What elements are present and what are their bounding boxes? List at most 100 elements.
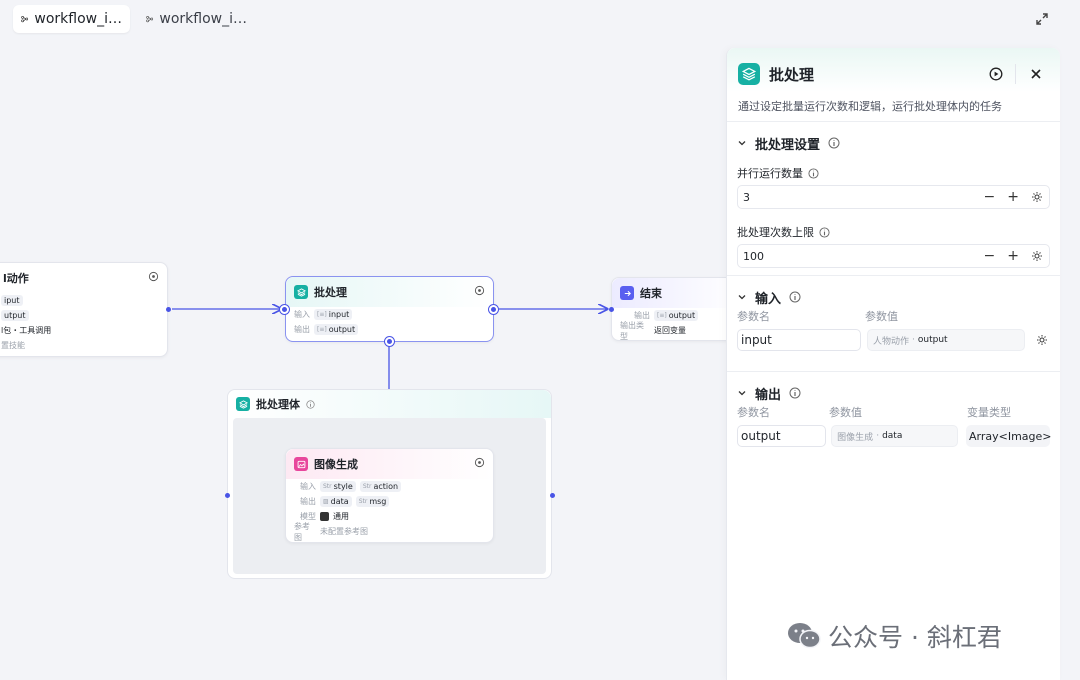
type-icon: [≡] xyxy=(657,312,667,319)
node-title: 批处理 xyxy=(314,286,347,299)
plus-icon[interactable]: + xyxy=(1007,189,1019,205)
port-body-in[interactable] xyxy=(225,493,230,498)
chevron-down-icon xyxy=(738,295,746,300)
minus-icon[interactable]: − xyxy=(984,189,996,205)
node-row: iput xyxy=(0,293,167,308)
info-icon[interactable] xyxy=(789,387,801,399)
info-icon[interactable] xyxy=(789,291,801,303)
node-header: 图像生成 xyxy=(286,449,493,479)
close-icon[interactable] xyxy=(1030,68,1042,80)
input-row: input 人物动作 · output xyxy=(737,328,1050,352)
tab-label: workflow_i… xyxy=(34,11,122,27)
node-end[interactable]: 结束 输出 [≡] output 输出类型 返回变量 xyxy=(611,277,741,341)
chip-text: output xyxy=(668,311,696,320)
gear-icon[interactable] xyxy=(1036,334,1048,346)
port-action-out[interactable] xyxy=(166,307,171,312)
info-icon[interactable] xyxy=(808,167,819,179)
layers-icon xyxy=(738,63,760,85)
output-var-type[interactable]: Array<Image> xyxy=(966,425,1052,447)
node-header: l动作 xyxy=(0,263,167,293)
model-avatar-icon xyxy=(320,512,329,521)
plus-icon[interactable]: + xyxy=(1007,248,1019,264)
port-batch-in[interactable] xyxy=(280,305,289,314)
port-body-out[interactable] xyxy=(550,493,555,498)
gear-icon[interactable] xyxy=(1031,191,1043,203)
section-outputs: 输出 参数名 参数值 变量类型 output 图像生成 · data Array<… xyxy=(727,372,1060,468)
port-end-in[interactable] xyxy=(609,307,614,312)
port-batch-body[interactable] xyxy=(385,337,394,346)
col-name: 参数名 xyxy=(737,310,770,323)
tab-workflow-2[interactable]: workflow_i… xyxy=(138,5,255,33)
row-text: 置技能 xyxy=(1,341,25,350)
col-type: 变量类型 xyxy=(967,406,1011,419)
node-header: 结束 xyxy=(612,278,740,308)
node-row-model: 模型 通用 xyxy=(286,509,493,524)
row-text: l包・工具调用 xyxy=(1,326,52,335)
more-icon[interactable] xyxy=(474,457,485,468)
limit-stepper[interactable]: 100 − + xyxy=(737,244,1050,268)
node-batch[interactable]: 批处理 输入 [≡] input 输出 [≡] output xyxy=(285,276,494,342)
panel-description: 通过设定批量运行次数和逻辑，运行批处理体内的任务 xyxy=(738,100,1002,113)
type-icon: Str xyxy=(323,483,332,490)
section-title: 批处理设置 xyxy=(755,137,821,153)
workflow-icon xyxy=(146,16,154,23)
row-label: 输入 xyxy=(294,310,310,319)
node-action[interactable]: l动作 iput utput l包・工具调用 置技能 xyxy=(0,262,168,357)
info-icon[interactable] xyxy=(828,137,840,149)
output-param-name-field[interactable]: output xyxy=(737,425,827,447)
stepper-value[interactable]: 3 xyxy=(743,191,750,204)
input-param-value-ref[interactable]: 人物动作 · output xyxy=(867,329,1025,351)
field-value: input xyxy=(741,333,772,347)
section-title: 输入 xyxy=(755,291,782,307)
port-batch-out[interactable] xyxy=(489,305,498,314)
info-icon[interactable] xyxy=(819,226,830,238)
gear-icon[interactable] xyxy=(1031,250,1043,262)
parallel-label: 并行运行数量 xyxy=(737,164,1050,182)
watermark: 公众号 · 斜杠君 xyxy=(786,618,1002,654)
row-value: 未配置参考图 xyxy=(320,527,368,536)
chevron-down-icon xyxy=(738,141,746,146)
stepper-value[interactable]: 100 xyxy=(743,250,764,263)
run-icon[interactable] xyxy=(989,67,1003,81)
col-value: 参数值 xyxy=(865,310,898,323)
output-param-value-ref[interactable]: 图像生成 · data xyxy=(831,425,958,447)
node-row-type: 输出类型 返回变量 xyxy=(612,321,740,341)
row-label: 参考图 xyxy=(294,521,310,542)
field-value: output xyxy=(741,429,781,443)
chip-text: data xyxy=(330,497,349,506)
image-icon xyxy=(294,457,308,471)
node-row: 置技能 xyxy=(0,338,167,353)
chip-text: input xyxy=(328,310,350,319)
chip-text: output xyxy=(328,325,356,334)
info-icon[interactable] xyxy=(306,399,315,409)
chip: [≡] input xyxy=(314,309,353,320)
ref-source: 图像生成 xyxy=(837,432,874,443)
input-param-name-field[interactable]: input xyxy=(737,329,861,351)
tab-workflow-1[interactable]: workflow_i… xyxy=(13,5,130,33)
chevron-down-icon xyxy=(738,391,746,396)
watermark-text: 公众号 · 斜杠君 xyxy=(828,623,1002,652)
chip: iput xyxy=(1,295,23,306)
node-header: 批处理 xyxy=(286,277,493,307)
tab-bar: workflow_i… workflow_i… xyxy=(0,0,1080,40)
chip: Str style xyxy=(320,481,356,492)
tab-label: workflow_i… xyxy=(159,11,247,27)
input-column-headers: 参数名 参数值 xyxy=(737,306,1050,326)
chip-text: style xyxy=(333,482,353,491)
section-toggle[interactable]: 批处理设置 xyxy=(737,122,1050,164)
expand-icon[interactable] xyxy=(1034,11,1050,27)
row-label: 输出类型 xyxy=(620,320,644,341)
node-image-gen[interactable]: 图像生成 输入 Str style Str action 输出 ▨ data Str m… xyxy=(285,448,494,543)
layers-icon xyxy=(236,397,250,411)
more-icon[interactable] xyxy=(474,285,485,296)
minus-icon[interactable]: − xyxy=(984,248,996,264)
type-value: Array<Image> xyxy=(969,429,1052,443)
node-row-input: 输入 [≡] input xyxy=(286,307,493,322)
chip: Str msg xyxy=(355,496,390,507)
node-row: l包・工具调用 xyxy=(0,323,167,338)
section-title: 输出 xyxy=(755,387,782,403)
node-config-panel: 批处理 通过设定批量运行次数和逻辑，运行批处理体内的任务 批处理设置 并行运行数… xyxy=(726,48,1060,680)
parallel-stepper[interactable]: 3 − + xyxy=(737,185,1050,209)
chip: [≡] output xyxy=(654,310,699,321)
more-icon[interactable] xyxy=(148,271,159,282)
